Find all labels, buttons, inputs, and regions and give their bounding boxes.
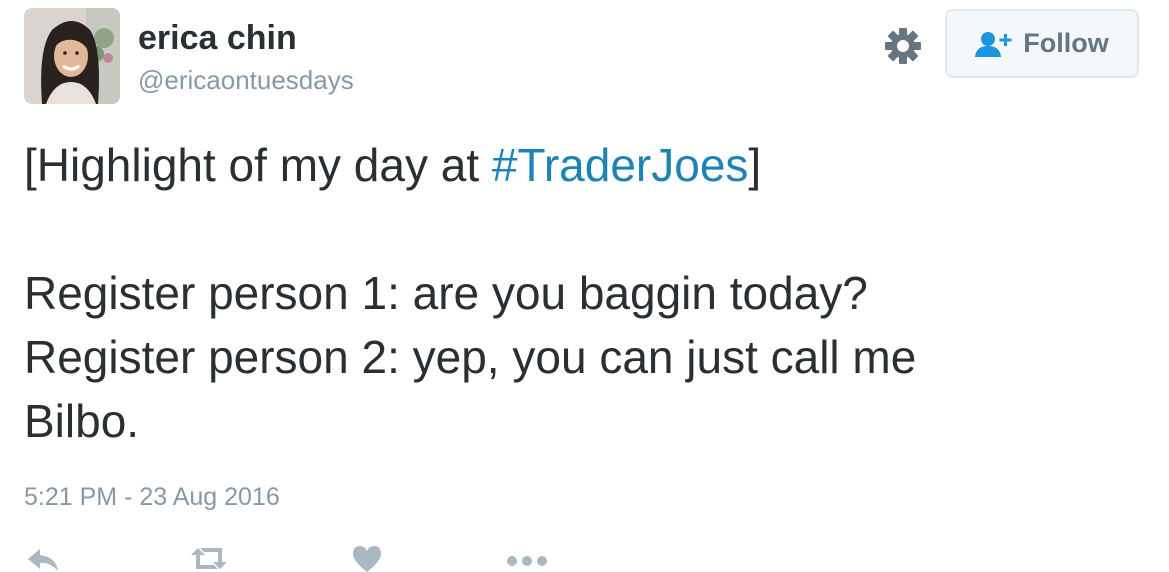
tweet-line-1-suffix: ] (748, 139, 762, 191)
display-name[interactable]: erica chin (138, 18, 297, 58)
like-heart-icon[interactable] (351, 545, 383, 572)
tweet-line-1: [Highlight of my day at #TraderJoes] (24, 133, 1144, 197)
tweet-line-1-prefix: [Highlight of my day at (24, 139, 492, 191)
tweet-line-2: Register person 1: are you baggin today? (24, 267, 868, 319)
add-user-icon (975, 31, 1012, 57)
more-dots-icon[interactable] (506, 545, 548, 572)
username-handle[interactable]: @ericaontuesdays (138, 63, 354, 97)
follow-button-label: Follow (1023, 28, 1109, 58)
retweet-icon[interactable] (188, 545, 230, 572)
avatar[interactable] (24, 8, 120, 104)
profile-photo (24, 8, 120, 104)
gear-icon[interactable] (884, 27, 922, 65)
reply-icon[interactable] (26, 545, 60, 572)
tweet-line-3: Register person 2: yep, you can just cal… (24, 331, 917, 383)
timestamp[interactable]: 5:21 PM - 23 Aug 2016 (24, 480, 280, 514)
tweet-text: [Highlight of my day at #TraderJoes] Reg… (24, 133, 1144, 453)
tweet-line-4: Bilbo. (24, 395, 140, 447)
follow-button[interactable]: Follow (945, 9, 1139, 78)
hashtag-link[interactable]: #TraderJoes (492, 139, 749, 191)
